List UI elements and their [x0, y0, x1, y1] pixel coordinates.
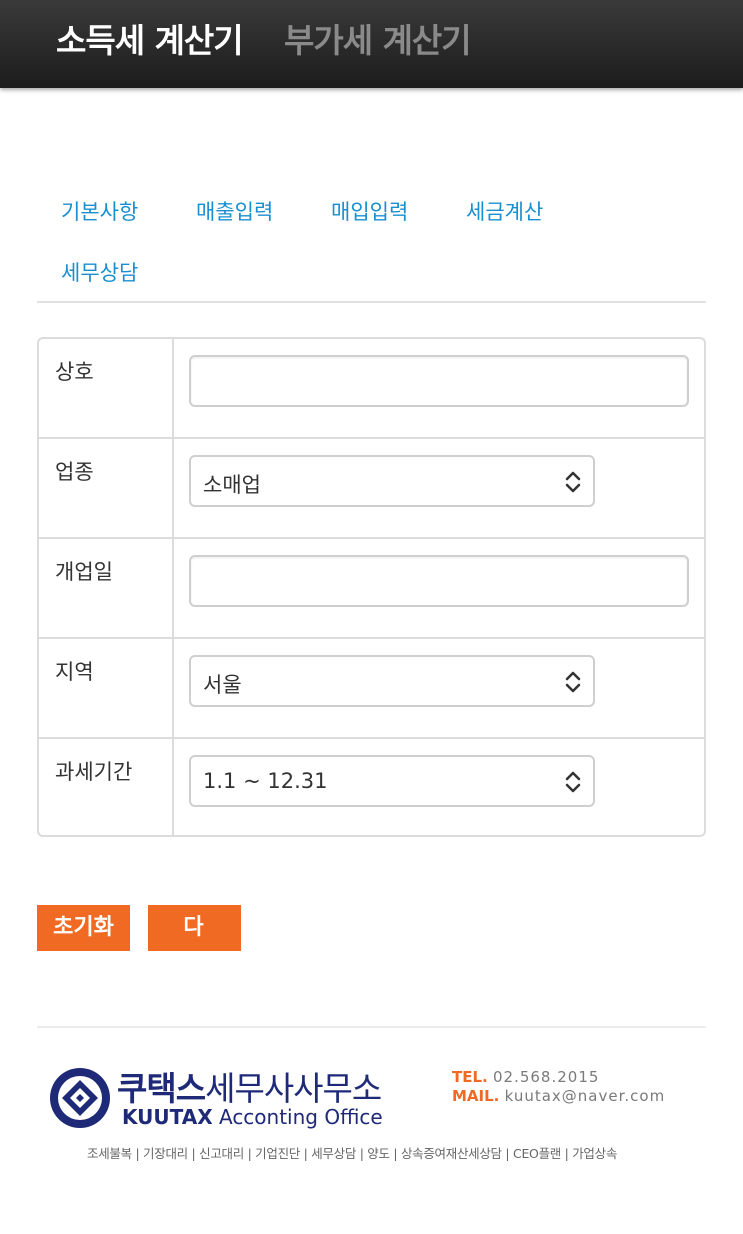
form-row-tax-period: 과세기간 1.1 ~ 12.31	[39, 739, 704, 835]
region-select-value: 서울	[203, 673, 242, 697]
region-select[interactable]: 서울	[189, 655, 595, 707]
contact-info: TEL. 02.568.2015 MAIL. kuutax@naver.com	[452, 1068, 665, 1106]
tab-income-tax-calculator[interactable]: 소득세 계산기	[56, 14, 244, 62]
form-row-region: 지역 서울	[39, 639, 704, 739]
industry-label: 업종	[55, 460, 94, 484]
industry-select-value: 소매업	[203, 473, 261, 497]
region-label: 지역	[55, 660, 94, 684]
form-row-opening-date: 개업일	[39, 539, 704, 639]
tab-tax-calculation[interactable]: 세금계산	[466, 196, 543, 226]
select-updown-icon	[565, 671, 581, 693]
tab-purchase-input[interactable]: 매입입력	[331, 196, 408, 226]
select-updown-icon	[565, 471, 581, 493]
business-name-label: 상호	[55, 360, 94, 384]
tax-period-select-value: 1.1 ~ 12.31	[203, 769, 328, 793]
tab-basic-info[interactable]: 기본사항	[61, 196, 138, 226]
tax-period-select[interactable]: 1.1 ~ 12.31	[189, 755, 595, 807]
reset-button[interactable]: 초기화	[37, 905, 130, 951]
industry-select[interactable]: 소매업	[189, 455, 595, 507]
select-updown-icon	[565, 771, 581, 793]
mail-label: MAIL.	[452, 1087, 500, 1105]
brand-name-korean: 쿠택스세무사사무소	[117, 1069, 382, 1108]
mail-value: kuutax@naver.com	[504, 1087, 666, 1105]
tel-label: TEL.	[452, 1068, 488, 1086]
tab-vat-calculator[interactable]: 부가세 계산기	[284, 14, 472, 62]
brand-name-english: KUUTAX Acconting Office	[122, 1105, 383, 1129]
kuutax-logo-icon	[50, 1068, 110, 1128]
next-button[interactable]: 다 음	[148, 905, 241, 986]
footer-divider	[37, 1026, 706, 1028]
tax-period-label: 과세기간	[55, 760, 133, 784]
tab-tax-consulting[interactable]: 세무상담	[61, 257, 138, 287]
form-row-business-name: 상호	[39, 339, 704, 439]
business-name-input[interactable]	[189, 355, 689, 407]
tab-sales-input[interactable]: 매출입력	[196, 196, 273, 226]
services-list: 조세불복 | 기장대리 | 신고대리 | 기업진단 | 세무상담 | 양도 | …	[87, 1146, 618, 1161]
tel-value: 02.568.2015	[492, 1068, 600, 1086]
tabs-divider	[37, 301, 706, 303]
opening-date-input[interactable]	[189, 555, 689, 607]
form-row-industry: 업종 소매업	[39, 439, 704, 539]
opening-date-label: 개업일	[55, 560, 113, 584]
basic-info-form: 상호 업종 소매업 개업일 지역 서울 과세기간 1.1 ~ 12.31	[37, 337, 706, 837]
top-header: 소득세 계산기 부가세 계산기	[0, 0, 743, 88]
